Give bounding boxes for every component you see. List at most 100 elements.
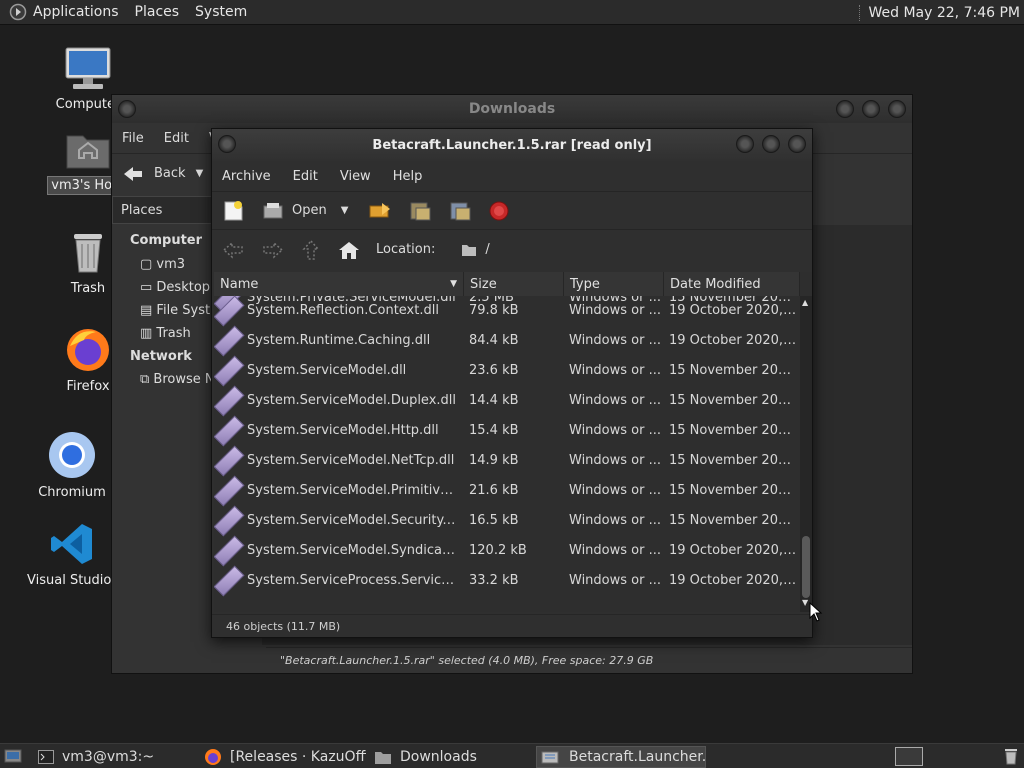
table-row[interactable]: System.ServiceModel.Primitives.dll 21.6 k…: [214, 475, 800, 507]
open-dropdown-icon[interactable]: ▼: [341, 205, 349, 216]
folder-icon: [461, 243, 477, 257]
maximize-button[interactable]: [862, 100, 880, 118]
table-row[interactable]: System.ServiceModel.Syndicatio... 120.2 k…: [214, 535, 800, 567]
applications-menu[interactable]: Applications: [33, 4, 119, 20]
desktop-icon-label: Chromium: [38, 485, 106, 500]
sidebar-item-filesystem[interactable]: ▤ File Syst: [140, 303, 210, 318]
row-date: 19 October 2020, 1...: [669, 303, 797, 318]
row-name: System.ServiceProcess.ServiceCo...: [247, 573, 457, 588]
help-menu[interactable]: Help: [393, 169, 423, 184]
scroll-up-icon[interactable]: ▲: [802, 298, 808, 307]
row-type: Windows or ...: [569, 513, 661, 528]
show-desktop-icon[interactable]: [4, 748, 22, 764]
row-size: 14.4 kB: [469, 393, 519, 408]
add-files-icon[interactable]: [408, 200, 432, 222]
archive-menu[interactable]: Archive: [222, 169, 271, 184]
taskbar-label: Downloads: [400, 749, 477, 765]
sidebar-item-desktop[interactable]: ▭ Desktop: [140, 280, 210, 295]
taskbar-item-archive[interactable]: Betacraft.Launcher.1...: [536, 746, 706, 768]
home-icon[interactable]: [338, 240, 360, 260]
open-icon[interactable]: [262, 201, 284, 221]
table-row[interactable]: System.ServiceModel.Http.dll 15.4 kB Windo…: [214, 415, 800, 447]
places-dropdown[interactable]: Places: [112, 196, 212, 224]
window-menu-button[interactable]: [118, 100, 136, 118]
open-button[interactable]: Open: [292, 203, 327, 218]
archive-manager-window[interactable]: Betacraft.Launcher.1.5.rar [read only] A…: [211, 128, 813, 638]
sidebar-item-vm3[interactable]: ▢ vm3: [140, 257, 185, 272]
minimize-button[interactable]: [836, 100, 854, 118]
scrollbar-thumb[interactable]: [802, 536, 810, 598]
desktop-icon-chromium[interactable]: Chromium: [24, 430, 120, 501]
row-date: 15 November 2019...: [669, 363, 797, 378]
sidebar-header-computer: Computer: [130, 233, 203, 248]
edit-menu[interactable]: Edit: [164, 131, 189, 146]
view-menu[interactable]: View: [340, 169, 371, 184]
back-dropdown-icon[interactable]: ▼: [196, 168, 204, 179]
clock[interactable]: Wed May 22, 7:46 PM: [869, 5, 1021, 21]
sidebar-item-trash[interactable]: ▥ Trash: [140, 326, 191, 341]
close-button[interactable]: [888, 100, 906, 118]
back-button[interactable]: Back: [154, 166, 186, 181]
minimize-button[interactable]: [736, 135, 754, 153]
back-arrow-icon[interactable]: [222, 240, 244, 259]
table-row[interactable]: System.ServiceModel.NetTcp.dll 14.9 kB Win…: [214, 445, 800, 477]
up-arrow-icon[interactable]: [302, 239, 320, 261]
row-name: System.ServiceModel.dll: [247, 363, 407, 378]
sidebar-item-browse-network[interactable]: ⧉ Browse N: [140, 372, 215, 387]
table-row[interactable]: System.ServiceModel.Duplex.dll 14.4 kB Win…: [214, 385, 800, 417]
desktop-icon-vscode[interactable]: Visual Studio Co: [24, 520, 133, 589]
vertical-scrollbar[interactable]: ▲ ▼: [800, 296, 812, 612]
dll-file-icon: [214, 385, 245, 417]
places-label: Places: [121, 202, 163, 218]
dll-file-icon: [214, 475, 245, 507]
column-header-size[interactable]: Size: [464, 272, 564, 296]
edit-menu[interactable]: Edit: [293, 169, 318, 184]
row-size: 15.4 kB: [469, 423, 519, 438]
bottom-panel: vm3@vm3:~ [Releases · KazuOffi... Downlo…: [0, 743, 1024, 768]
workspace-switcher[interactable]: [895, 747, 923, 766]
file-menu[interactable]: File: [122, 131, 144, 146]
downloads-titlebar[interactable]: Downloads: [112, 95, 912, 123]
taskbar-item-firefox[interactable]: [Releases · KazuOffi...: [200, 746, 366, 768]
new-archive-icon[interactable]: [222, 200, 244, 222]
taskbar-item-terminal[interactable]: vm3@vm3:~: [34, 746, 196, 768]
add-folder-icon[interactable]: [448, 200, 472, 222]
column-header-date[interactable]: Date Modified: [664, 272, 800, 296]
row-size: 23.6 kB: [469, 363, 519, 378]
desktop-icon-label: Trash: [70, 281, 106, 296]
archive-icon: [541, 749, 561, 765]
table-row[interactable]: System.ServiceModel.Security.dll 16.5 kB W…: [214, 505, 800, 537]
taskbar-item-downloads[interactable]: Downloads: [370, 746, 532, 768]
maximize-button[interactable]: [762, 135, 780, 153]
file-list[interactable]: Name ▼ Size Type Date Modified System.Pr…: [214, 272, 812, 612]
row-name: System.ServiceModel.Syndicatio...: [247, 543, 457, 558]
places-menu[interactable]: Places: [135, 4, 180, 20]
stop-icon[interactable]: [488, 200, 510, 222]
location-path[interactable]: /: [485, 242, 489, 257]
trash-applet-icon[interactable]: [1002, 746, 1020, 766]
main-menu-icon[interactable]: [9, 3, 27, 21]
firefox-icon: [204, 748, 222, 766]
row-date: 15 November 2019...: [669, 453, 797, 468]
scroll-down-icon[interactable]: ▼: [802, 598, 808, 607]
separator-handle: [858, 4, 861, 21]
table-row[interactable]: System.Runtime.Caching.dll 84.4 kB Windows…: [214, 325, 800, 357]
system-menu[interactable]: System: [195, 4, 247, 20]
archive-titlebar[interactable]: Betacraft.Launcher.1.5.rar [read only]: [212, 129, 812, 161]
forward-arrow-icon[interactable]: [262, 240, 284, 259]
row-size: 33.2 kB: [469, 573, 519, 588]
row-name: System.Runtime.Caching.dll: [247, 333, 431, 348]
extract-icon[interactable]: [368, 201, 392, 221]
column-header-name[interactable]: Name ▼: [214, 272, 464, 296]
trash-icon: [74, 234, 102, 273]
window-menu-button[interactable]: [218, 135, 236, 153]
table-row[interactable]: System.ServiceModel.dll 23.6 kB Windows or…: [214, 355, 800, 387]
column-header-type[interactable]: Type: [564, 272, 664, 296]
row-size: 79.8 kB: [469, 303, 519, 318]
row-size: 16.5 kB: [469, 513, 519, 528]
table-row[interactable]: System.ServiceProcess.ServiceCo... 33.2 k…: [214, 565, 800, 597]
close-button[interactable]: [788, 135, 806, 153]
table-row[interactable]: System.Reflection.Context.dll 79.8 kB Wind…: [214, 295, 800, 327]
back-arrow-icon[interactable]: [122, 165, 144, 183]
row-date: 19 October 2020, 1...: [669, 543, 797, 558]
